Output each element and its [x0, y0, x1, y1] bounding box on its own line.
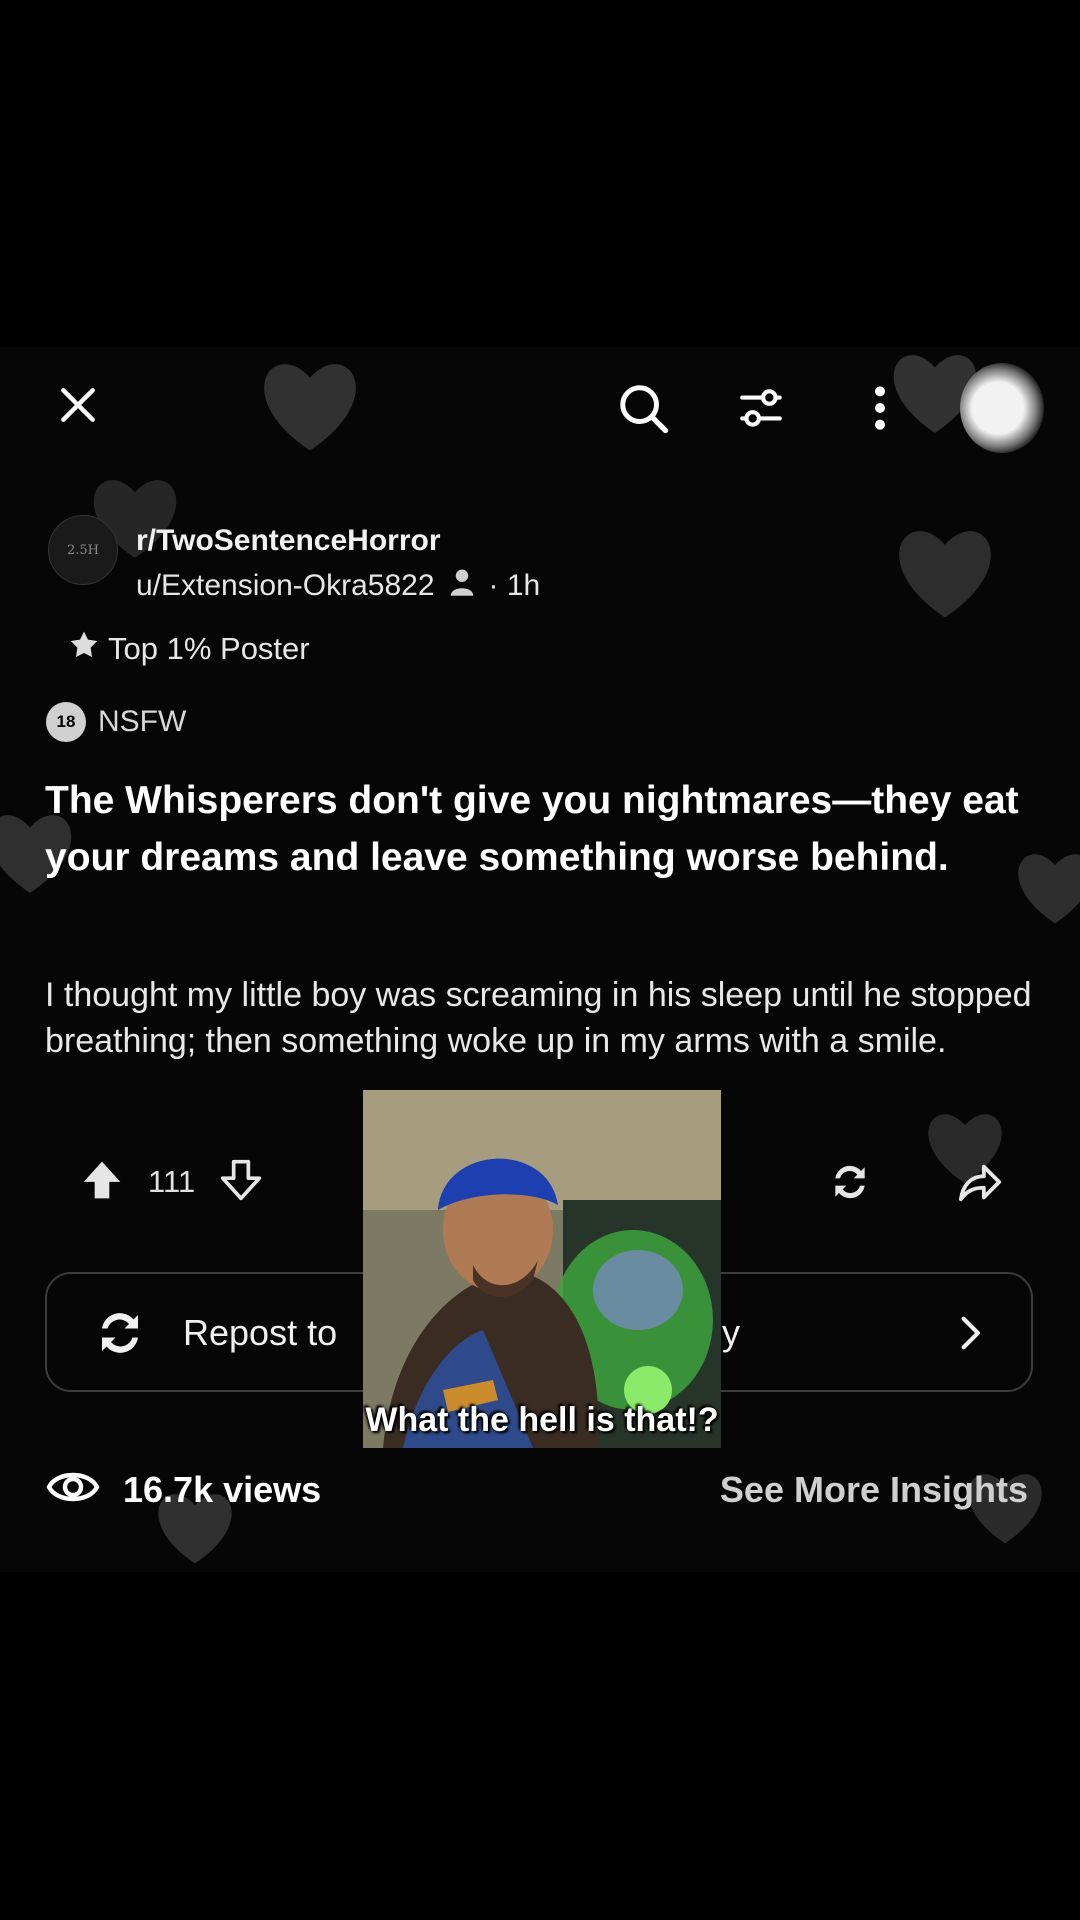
see-more-insights-link[interactable]: See More Insights	[720, 1469, 1028, 1511]
poster-badge[interactable]: Top 1% Poster	[68, 629, 310, 669]
more-vertical-icon[interactable]	[856, 377, 904, 439]
subreddit-name[interactable]: r/TwoSentenceHorror	[136, 524, 441, 558]
repost-icon[interactable]	[820, 1152, 880, 1212]
eye-icon	[45, 1467, 101, 1512]
nsfw-18-icon: 18	[46, 702, 86, 742]
post-body: I thought my little boy was screaming in…	[45, 976, 1032, 1060]
meme-caption: What the hell is that!?	[365, 1401, 719, 1439]
user-avatar[interactable]	[960, 363, 1044, 453]
repost-icon	[93, 1306, 147, 1365]
views-count: 16.7k views	[123, 1468, 322, 1510]
author-name[interactable]: u/Extension-Okra5822	[136, 569, 435, 603]
repost-label: Repost to	[183, 1312, 338, 1353]
vote-bar: 111	[80, 1152, 263, 1212]
share-icon[interactable]	[950, 1152, 1010, 1212]
close-icon[interactable]	[50, 377, 106, 433]
upvote-icon[interactable]	[80, 1158, 124, 1207]
achievement-badge-icon	[68, 629, 100, 669]
person-icon	[449, 567, 475, 605]
nsfw-label: NSFW	[98, 705, 187, 738]
upvote-count: 111	[148, 1164, 196, 1199]
subreddit-avatar[interactable]: 2.5H	[48, 515, 118, 585]
meme-overlay-image: What the hell is that!?	[363, 1090, 721, 1448]
top-bar	[0, 347, 1080, 467]
post-title: The Whisperers don't give you nightmares…	[45, 779, 1019, 879]
downvote-icon[interactable]	[219, 1158, 263, 1207]
chevron-right-icon	[955, 1314, 985, 1357]
nsfw-tag: 18 NSFW	[46, 702, 186, 742]
sliders-icon[interactable]	[730, 377, 792, 439]
heart-decoration-icon	[890, 522, 1000, 622]
search-icon[interactable]	[612, 377, 674, 439]
badge-label: Top 1% Poster	[108, 631, 310, 666]
post-time: · 1h	[488, 569, 541, 602]
views-row: 16.7k views	[45, 1467, 321, 1512]
repost-label-end: y	[722, 1312, 740, 1353]
author-line: u/Extension-Okra5822 · 1h	[136, 567, 540, 605]
